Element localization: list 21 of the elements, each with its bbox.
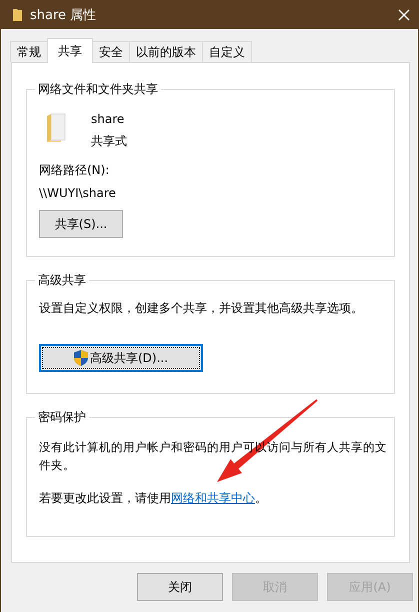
share-button[interactable]: 共享(S)... [39,210,123,238]
window-title: share 属性 [30,6,98,24]
group-title: 密码保护 [35,409,89,426]
group-title: 网络文件和文件夹共享 [35,81,161,98]
folder-name: share [91,112,126,126]
close-icon[interactable] [398,8,410,20]
description: 设置自定义权限，创建多个共享，并设置其他高级共享选项。 [39,300,364,317]
dialog-button[interactable]: 关闭 [137,573,223,601]
tab[interactable]: 共享 [47,38,93,63]
network-path: \\WUYI\share [39,186,117,200]
shield-icon [74,350,88,366]
tab[interactable]: 自定义 [202,41,252,62]
share-status: 共享式 [91,133,127,150]
folder-icon [45,112,67,142]
password-hint: 若要更改此设置，请使用网络和共享中心。 [39,490,268,507]
group-title: 高级共享 [35,272,89,289]
folder-icon [13,8,22,21]
path-label: 网络路径(N): [39,162,110,179]
network-sharing-center-link[interactable]: 网络和共享中心 [171,491,255,505]
tab[interactable]: 常规 [10,41,48,62]
advanced-sharing-button[interactable]: 高级共享(D)... [39,344,203,372]
